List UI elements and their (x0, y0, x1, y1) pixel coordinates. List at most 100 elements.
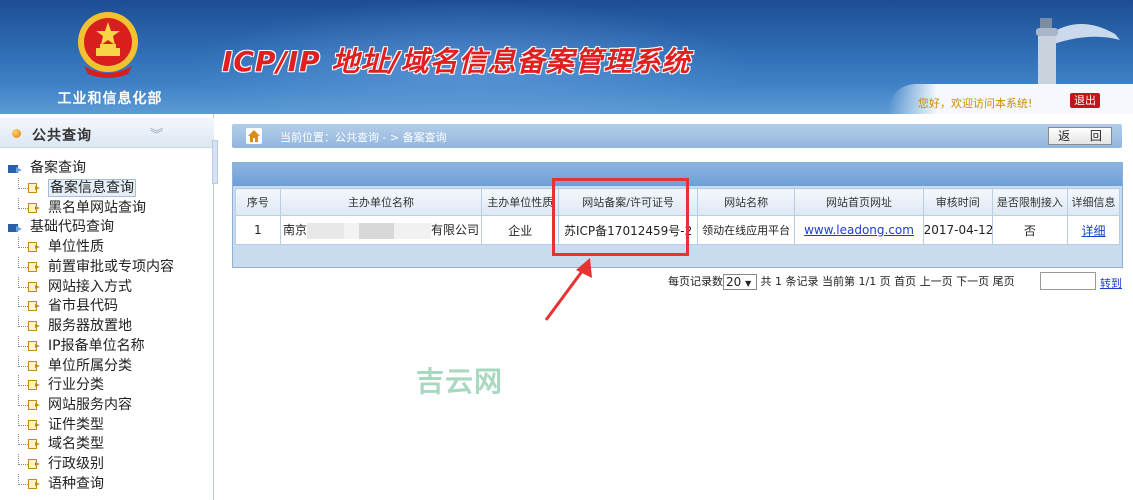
document-arrow-icon (28, 439, 40, 450)
col-header-org-type: 主办单位性质 (481, 188, 560, 216)
col-header-url: 网站首页网址 (794, 188, 924, 216)
col-header-license: 网站备案/许可证号 (558, 188, 698, 216)
folder-arrow-icon (8, 165, 22, 173)
tree-group-label: 备案查询 (30, 160, 86, 176)
header-banner: 工业和信息化部 ICP/IP 地址/域名信息备案管理系统 您好，欢迎访问本系统!… (0, 0, 1133, 114)
sidebar-item-label: 网站接入方式 (48, 278, 132, 295)
sidebar-item-industry[interactable]: 行业分类 (6, 375, 174, 395)
back-button[interactable]: 返 回 (1048, 127, 1112, 145)
document-arrow-icon (28, 340, 40, 351)
per-page-label: 每页记录数 (668, 275, 723, 288)
document-arrow-icon (28, 458, 40, 469)
tree-connector (18, 414, 28, 426)
ministry-name: 工业和信息化部 (57, 91, 163, 107)
document-arrow-icon (28, 380, 40, 391)
breadcrumb-text: 当前位置：公共查询 - > 备案查询 (280, 131, 447, 144)
tree-connector (18, 197, 28, 209)
sidebar-item-id-type[interactable]: 证件类型 (6, 414, 174, 435)
document-arrow-icon (28, 399, 40, 410)
sidebar-item-label: 行政级别 (48, 455, 104, 472)
sidebar-item-unit-nature[interactable]: 单位性质 (6, 237, 174, 257)
sidebar: 公共查询 ︾ 备案查询 备案信息查询 黑名单网站查询 基础代码查询 单位性质 前… (0, 114, 214, 500)
cell-url: www.leadong.com (794, 215, 924, 245)
document-arrow-icon (28, 202, 40, 213)
cell-detail: 详细 (1067, 215, 1120, 245)
col-header-site-name: 网站名称 (696, 188, 796, 216)
tree-group-filing[interactable]: 备案查询 (6, 158, 174, 178)
sidebar-item-label: 前置审批或专项内容 (48, 259, 174, 276)
col-header-restricted: 是否限制接入 (991, 188, 1069, 216)
sidebar-item-blacklist-query[interactable]: 黑名单网站查询 (6, 197, 174, 218)
sidebar-item-unit-category[interactable]: 单位所属分类 (6, 355, 174, 376)
col-header-index: 序号 (235, 188, 281, 216)
sidebar-item-ip-unit-name[interactable]: IP报备单位名称 (6, 335, 174, 356)
sidebar-item-label: 单位所属分类 (48, 357, 132, 374)
sidebar-item-label: 黑名单网站查询 (48, 199, 146, 216)
sidebar-item-label: 服务器放置地 (48, 318, 132, 335)
sidebar-item-label: 单位性质 (48, 239, 104, 256)
cell-org-type: 企业 (481, 215, 560, 245)
watermark: 吉云网 (416, 365, 504, 398)
tree-connector (18, 257, 28, 269)
tree-connector (18, 375, 28, 387)
sidebar-item-label: 域名类型 (48, 436, 104, 453)
sidebar-item-label: IP报备单位名称 (48, 337, 145, 354)
sidebar-item-access-method[interactable]: 网站接入方式 (6, 276, 174, 297)
per-page-select[interactable]: 20 ▼ (723, 274, 757, 290)
tree-connector (18, 394, 28, 406)
document-arrow-icon (28, 419, 40, 430)
sidebar-item-label: 网站服务内容 (48, 396, 132, 413)
page-number-input[interactable] (1040, 272, 1096, 290)
detail-link[interactable]: 详细 (1082, 224, 1106, 238)
document-arrow-icon (28, 242, 40, 253)
sidebar-item-server-location[interactable]: 服务器放置地 (6, 316, 174, 336)
cell-restricted: 否 (991, 215, 1069, 245)
col-header-org-name: 主办单位名称 (279, 188, 483, 216)
sidebar-item-label: 语种查询 (48, 475, 104, 492)
folder-arrow-icon (8, 224, 22, 233)
sidebar-item-label: 备案信息查询 (48, 179, 136, 197)
tree-connector (18, 453, 28, 465)
tree-connector (18, 355, 28, 367)
bullet-icon (12, 129, 21, 138)
org-name-suffix: 有限公司 (430, 223, 479, 238)
tree-connector (18, 296, 28, 308)
sidebar-item-label: 省市县代码 (48, 298, 118, 315)
col-header-detail: 详细信息 (1067, 188, 1120, 216)
table-row: 1 南京 有限公司 企业 苏ICP备17012459号-2 领动在线应用平台 ww… (235, 215, 1120, 245)
logout-button[interactable]: 退出 (1070, 93, 1100, 108)
sidebar-item-pre-approval[interactable]: 前置审批或专项内容 (6, 257, 174, 277)
dropdown-arrow-icon: ▼ (745, 279, 752, 288)
org-name-prefix: 南京 (282, 223, 307, 238)
sidebar-item-label: 证件类型 (48, 416, 104, 433)
sidebar-item-language[interactable]: 语种查询 (6, 473, 174, 494)
tree-connector (18, 434, 28, 446)
document-arrow-icon (28, 262, 40, 273)
col-header-date: 审核时间 (922, 188, 993, 216)
sidebar-item-admin-level[interactable]: 行政级别 (6, 453, 174, 474)
cell-index: 1 (235, 215, 281, 245)
tree-connector (18, 316, 28, 328)
system-title: ICP/IP 地址/域名信息备案管理系统 (222, 45, 691, 78)
home-icon[interactable] (246, 128, 262, 144)
tree-group-basic-codes[interactable]: 基础代码查询 (6, 217, 174, 237)
document-arrow-icon (28, 301, 40, 312)
results-panel: 序号 主办单位名称 主办单位性质 网站备案/许可证号 网站名称 网站首页网址 审… (232, 162, 1123, 268)
per-page-value: 20 (726, 275, 742, 289)
welcome-text: 您好，欢迎访问本系统! (918, 97, 1033, 110)
go-to-page-link[interactable]: 转到 (1100, 275, 1122, 291)
site-url-link[interactable]: www.leadong.com (804, 223, 914, 237)
sidebar-item-region-code[interactable]: 省市县代码 (6, 296, 174, 316)
document-arrow-icon (28, 183, 40, 193)
double-chevron-down-icon[interactable]: ︾ (150, 124, 163, 143)
sidebar-item-domain-type[interactable]: 域名类型 (6, 434, 174, 454)
sidebar-item-service-content[interactable]: 网站服务内容 (6, 394, 174, 415)
sidebar-item-filing-info-query[interactable]: 备案信息查询 (6, 178, 174, 198)
cell-license: 苏ICP备17012459号-2 (558, 215, 698, 245)
cell-site-name: 领动在线应用平台 (696, 215, 796, 245)
sidebar-header[interactable]: 公共查询 ︾ (0, 118, 214, 148)
pagination-bar: 每页记录数 20 ▼ 共 1 条记录 当前第 1/1 页 首页 上一页 下一页 尾… (668, 273, 1015, 290)
breadcrumb: 当前位置：公共查询 - > 备案查询 (232, 124, 1122, 148)
sidebar-splitter[interactable] (212, 140, 218, 184)
nav-tree: 备案查询 备案信息查询 黑名单网站查询 基础代码查询 单位性质 前置审批或专项内… (6, 158, 174, 493)
